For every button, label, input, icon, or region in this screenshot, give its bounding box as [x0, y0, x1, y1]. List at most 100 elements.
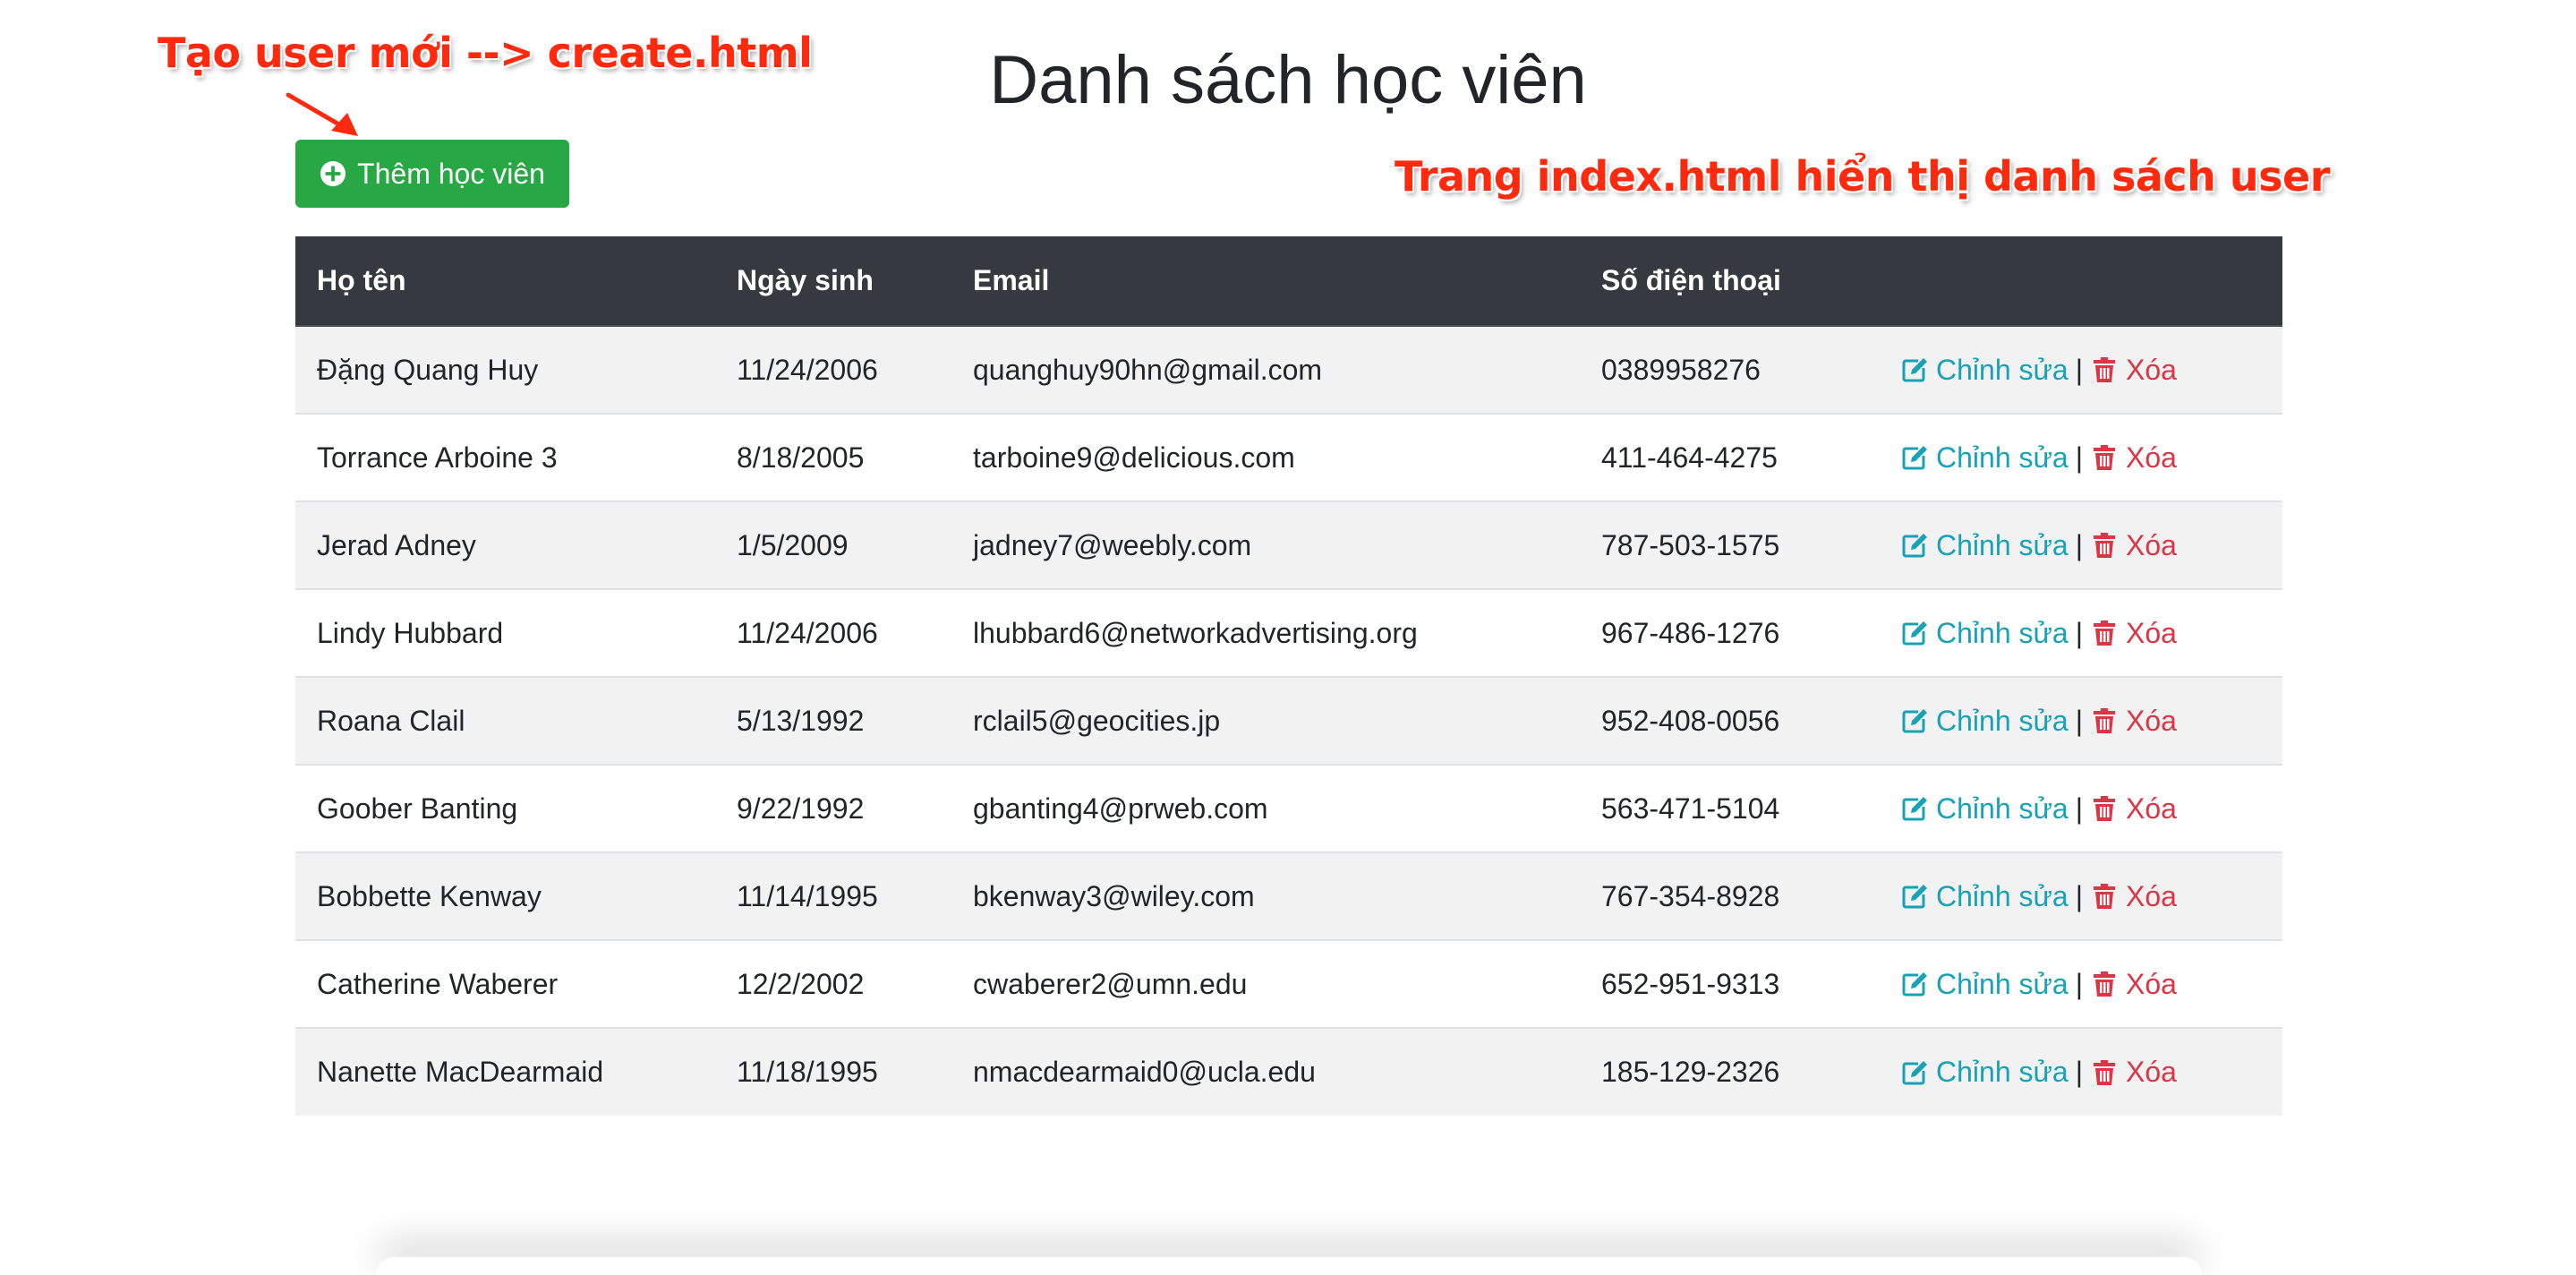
edit-link[interactable]: Chỉnh sửa	[1900, 968, 2068, 1001]
trash-icon	[2094, 533, 2116, 558]
trash-icon	[2094, 971, 2116, 997]
edit-link[interactable]: Chỉnh sửa	[1900, 354, 2068, 387]
cell-phone: 787-503-1575	[1601, 528, 1780, 561]
delete-label: Xóa	[2126, 1056, 2177, 1088]
edit-icon	[1902, 972, 1927, 997]
cell-phone: 967-486-1276	[1601, 616, 1780, 649]
column-header-phone: Số điện thoại	[1580, 236, 1879, 327]
action-separator: |	[2075, 879, 2084, 912]
cell-actions: Chỉnh sửa | Xóa	[1879, 1028, 2282, 1116]
delete-label: Xóa	[2126, 879, 2177, 912]
cell-dob: 5/13/1992	[737, 704, 865, 737]
edit-icon	[1902, 621, 1927, 646]
cell-name: Nanette MacDearmaid	[317, 1056, 604, 1088]
cell-dob: 11/18/1995	[737, 1056, 878, 1088]
bottom-edge-shadow	[376, 1257, 2202, 1275]
cell-dob: 11/24/2006	[737, 353, 878, 386]
cell-name: Jerad Adney	[317, 528, 476, 561]
cell-email: lhubbard6@networkadvertising.org	[973, 616, 1418, 649]
edit-link[interactable]: Chỉnh sửa	[1900, 880, 2068, 913]
table-row: Bobbette Kenway 11/14/1995 bkenway3@wile…	[295, 852, 2282, 940]
column-header-email: Email	[951, 236, 1580, 327]
cell-email: gbanting4@prweb.com	[973, 792, 1268, 825]
delete-link[interactable]: Xóa	[2090, 441, 2177, 475]
action-separator: |	[2075, 528, 2084, 561]
delete-link[interactable]: Xóa	[2090, 968, 2177, 1001]
column-header-name: Họ tên	[295, 236, 715, 327]
edit-link[interactable]: Chỉnh sửa	[1900, 529, 2068, 562]
trash-icon	[2094, 357, 2116, 382]
cell-email: quanghuy90hn@gmail.com	[973, 353, 1323, 386]
cell-actions: Chỉnh sửa | Xóa	[1879, 501, 2282, 589]
delete-label: Xóa	[2126, 353, 2177, 386]
plus-circle-icon	[320, 160, 346, 187]
cell-name: Roana Clail	[317, 704, 465, 737]
cell-phone: 411-464-4275	[1601, 441, 1778, 474]
edit-label: Chỉnh sửa	[1936, 1056, 2068, 1088]
delete-label: Xóa	[2126, 616, 2177, 649]
table-body: Đặng Quang Huy 11/24/2006 quanghuy90hn@g…	[295, 326, 2282, 1116]
action-separator: |	[2075, 967, 2084, 1000]
edit-label: Chỉnh sửa	[1936, 353, 2068, 386]
cell-actions: Chỉnh sửa | Xóa	[1879, 940, 2282, 1028]
trash-icon	[2094, 1059, 2116, 1085]
trash-icon	[2094, 708, 2116, 733]
cell-phone: 652-951-9313	[1601, 967, 1780, 1000]
cell-email: rclail5@geocities.jp	[973, 704, 1221, 737]
edit-label: Chỉnh sửa	[1936, 792, 2068, 825]
cell-dob: 9/22/1992	[737, 792, 865, 825]
edit-label: Chỉnh sửa	[1936, 441, 2068, 474]
delete-link[interactable]: Xóa	[2090, 792, 2177, 826]
cell-name: Torrance Arboine 3	[317, 441, 558, 474]
delete-link[interactable]: Xóa	[2090, 1056, 2177, 1089]
cell-email: cwaberer2@umn.edu	[973, 967, 1248, 1000]
delete-link[interactable]: Xóa	[2090, 705, 2177, 738]
cell-phone: 185-129-2326	[1601, 1056, 1780, 1088]
delete-label: Xóa	[2126, 704, 2177, 737]
page-title: Danh sách học viên	[989, 42, 1587, 118]
delete-label: Xóa	[2126, 967, 2177, 1000]
cell-dob: 1/5/2009	[737, 528, 849, 561]
delete-link[interactable]: Xóa	[2090, 617, 2177, 650]
edit-label: Chỉnh sửa	[1936, 528, 2068, 561]
table-row: Jerad Adney 1/5/2009 jadney7@weebly.com …	[295, 501, 2282, 589]
cell-dob: 8/18/2005	[737, 441, 865, 474]
cell-email: jadney7@weebly.com	[973, 528, 1252, 561]
edit-label: Chỉnh sửa	[1936, 616, 2068, 649]
edit-link[interactable]: Chỉnh sửa	[1900, 441, 2068, 475]
edit-link[interactable]: Chỉnh sửa	[1900, 705, 2068, 738]
delete-link[interactable]: Xóa	[2090, 880, 2177, 913]
table-row: Goober Banting 9/22/1992 gbanting4@prweb…	[295, 765, 2282, 852]
delete-label: Xóa	[2126, 528, 2177, 561]
delete-link[interactable]: Xóa	[2090, 529, 2177, 562]
edit-link[interactable]: Chỉnh sửa	[1900, 792, 2068, 826]
table-header-row: Họ tên Ngày sinh Email Số điện thoại	[295, 236, 2282, 327]
cell-phone: 952-408-0056	[1601, 704, 1780, 737]
cell-dob: 11/24/2006	[737, 616, 878, 649]
delete-link[interactable]: Xóa	[2090, 354, 2177, 387]
cell-actions: Chỉnh sửa | Xóa	[1879, 765, 2282, 852]
edit-icon	[1902, 1060, 1927, 1084]
annotation-index: Trang index.html hiển thị danh sách user	[1395, 152, 2330, 201]
cell-actions: Chỉnh sửa | Xóa	[1879, 414, 2282, 501]
edit-link[interactable]: Chỉnh sửa	[1900, 1056, 2068, 1089]
edit-icon	[1902, 797, 1927, 821]
cell-actions: Chỉnh sửa | Xóa	[1879, 589, 2282, 677]
cell-email: bkenway3@wiley.com	[973, 879, 1255, 912]
edit-icon	[1902, 709, 1927, 733]
cell-actions: Chỉnh sửa | Xóa	[1879, 852, 2282, 940]
trash-icon	[2094, 620, 2116, 646]
column-header-dob: Ngày sinh	[715, 236, 951, 327]
cell-name: Đặng Quang Huy	[317, 353, 539, 386]
cell-actions: Chỉnh sửa | Xóa	[1879, 677, 2282, 765]
cell-dob: 12/2/2002	[737, 967, 865, 1000]
trash-icon	[2094, 884, 2116, 909]
cell-email: tarboine9@delicious.com	[973, 441, 1295, 474]
cell-phone: 0389958276	[1601, 353, 1761, 386]
edit-label: Chỉnh sửa	[1936, 967, 2068, 1000]
edit-icon	[1902, 885, 1927, 909]
cell-name: Catherine Waberer	[317, 967, 559, 1000]
edit-link[interactable]: Chỉnh sửa	[1900, 617, 2068, 650]
add-student-button[interactable]: Thêm học viên	[295, 140, 569, 208]
cell-name: Bobbette Kenway	[317, 879, 542, 912]
